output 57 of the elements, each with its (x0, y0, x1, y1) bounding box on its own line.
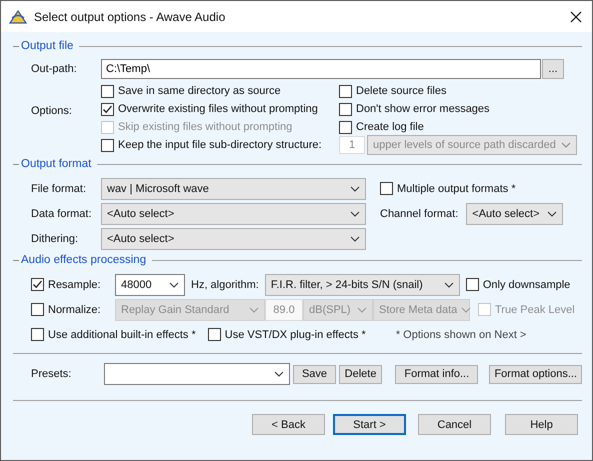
chevron-down-icon (461, 306, 472, 312)
normalize-checkbox[interactable]: Normalize: (31, 300, 109, 318)
out-path-field[interactable]: C:\Temp\ (101, 59, 541, 79)
window-title: Select output options - Awave Audio (34, 10, 226, 24)
builtin-effects-checkbox[interactable]: Use additional built-in effects * (31, 326, 196, 344)
only-downsample-checkbox[interactable]: Only downsample (466, 276, 570, 294)
presets-dropdown[interactable] (104, 363, 290, 385)
chevron-down-icon (350, 236, 360, 242)
option-checkbox[interactable]: Don't show error messages (339, 100, 577, 118)
chevron-down-icon (444, 282, 454, 288)
browse-button[interactable]: ... (542, 59, 564, 79)
chevron-down-icon (169, 282, 179, 288)
option-checkbox[interactable]: Save in same directory as source (101, 82, 339, 100)
chevron-down-icon (350, 186, 360, 192)
file-format-dropdown[interactable]: wav | Microsoft wave (101, 178, 366, 200)
preset-button[interactable]: Delete (339, 364, 382, 384)
option-checkbox[interactable]: Overwrite existing files without prompting (101, 100, 339, 118)
chevron-down-icon (249, 306, 259, 312)
resample-checkbox[interactable]: Resample: (31, 276, 109, 294)
field-label: Out-path: (30, 63, 78, 75)
section-title: Output format (21, 158, 92, 170)
field-label: Data format: (30, 208, 93, 220)
field-label: File format: (30, 182, 88, 194)
checkmark-icon (102, 104, 113, 114)
close-icon[interactable] (570, 10, 582, 22)
chevron-down-icon (357, 306, 367, 312)
note-text: * Options shown on Next > (396, 328, 526, 340)
chevron-down-icon (561, 142, 571, 148)
app-icon (9, 8, 27, 24)
field-label: Channel format: (380, 208, 458, 220)
field-label: Hz, algorithm: (191, 278, 259, 290)
preset-button[interactable]: Save (293, 364, 336, 384)
channel-format-dropdown[interactable]: <Auto select> (466, 202, 564, 224)
preset-button[interactable]: Format options... (489, 364, 582, 384)
dialog-button[interactable]: Cancel (418, 414, 491, 435)
checkmark-icon (32, 279, 43, 290)
option-checkbox[interactable]: Create log file (339, 118, 577, 136)
field-label: Options: (30, 105, 73, 117)
preset-button[interactable]: Format info... (395, 364, 478, 384)
chevron-down-icon (547, 210, 558, 216)
multiple-formats-checkbox[interactable]: Multiple output formats * (380, 180, 516, 198)
section-title: Output file (21, 40, 74, 52)
field-label: Presets: (30, 368, 72, 380)
data-format-dropdown[interactable]: <Auto select> (101, 202, 366, 224)
option-checkbox[interactable]: Delete source files (339, 82, 577, 100)
algorithm-dropdown[interactable]: F.I.R. filter, > 24-bits S/N (snail) (264, 274, 460, 296)
sample-rate-dropdown[interactable]: 48000 (115, 274, 185, 296)
section-title: Audio effects processing (21, 254, 146, 266)
dialog-button[interactable]: Help (505, 414, 578, 435)
chevron-down-icon (350, 210, 360, 216)
field-label: Dithering: (30, 232, 80, 244)
dialog-button[interactable]: < Back (252, 414, 325, 435)
dialog-button[interactable]: Start > (333, 414, 406, 435)
plugin-effects-checkbox[interactable]: Use VST/DX plug-in effects * (208, 326, 366, 344)
chevron-down-icon (274, 371, 284, 377)
option-checkbox[interactable]: Keep the input file sub-directory structure: (101, 136, 339, 154)
dithering-dropdown[interactable]: <Auto select> (101, 228, 366, 250)
